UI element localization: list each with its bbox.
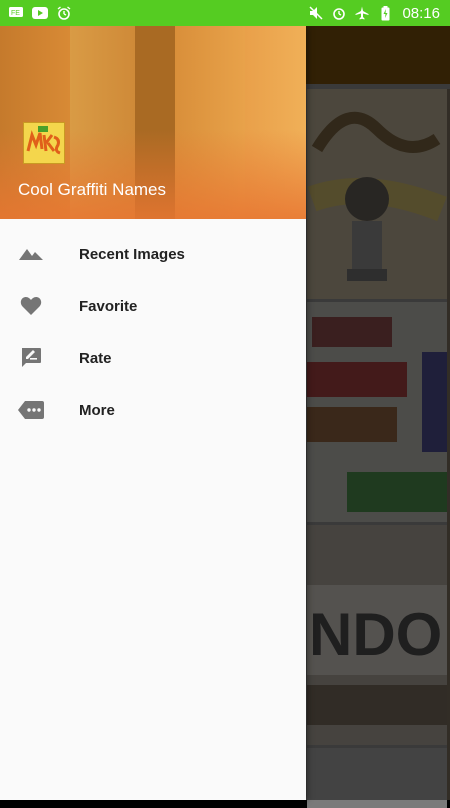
status-bar: FE 08:16	[0, 0, 450, 26]
menu-item-label: Recent Images	[79, 245, 185, 263]
battery-charging-icon	[377, 5, 393, 21]
mute-icon	[308, 5, 324, 21]
alarm-icon	[331, 5, 347, 21]
menu-item-more[interactable]: More	[0, 384, 306, 436]
menu-item-label: Favorite	[79, 297, 138, 315]
status-time: 08:16	[402, 4, 440, 22]
rate-review-icon	[18, 345, 44, 371]
notification-icon: FE	[8, 5, 24, 21]
alarm-icon	[56, 5, 72, 21]
menu-item-label: Rate	[79, 349, 112, 367]
navigation-drawer: Cool Graffiti Names Recent Images Favori…	[0, 26, 306, 800]
drawer-title: Cool Graffiti Names	[18, 180, 167, 199]
menu-item-favorite[interactable]: Favorite	[0, 280, 306, 332]
svg-text:FE: FE	[11, 10, 20, 17]
landscape-icon	[18, 241, 44, 267]
drawer-menu: Recent Images Favorite Rate More	[0, 219, 306, 436]
drawer-header: Cool Graffiti Names	[0, 26, 306, 219]
menu-item-rate[interactable]: Rate	[0, 332, 306, 384]
heart-icon	[18, 293, 44, 319]
menu-item-recent-images[interactable]: Recent Images	[0, 228, 306, 280]
airplane-icon	[354, 5, 370, 21]
more-label-icon	[18, 397, 44, 423]
menu-item-label: More	[79, 401, 115, 419]
app-logo	[23, 122, 65, 164]
youtube-icon	[32, 5, 48, 21]
